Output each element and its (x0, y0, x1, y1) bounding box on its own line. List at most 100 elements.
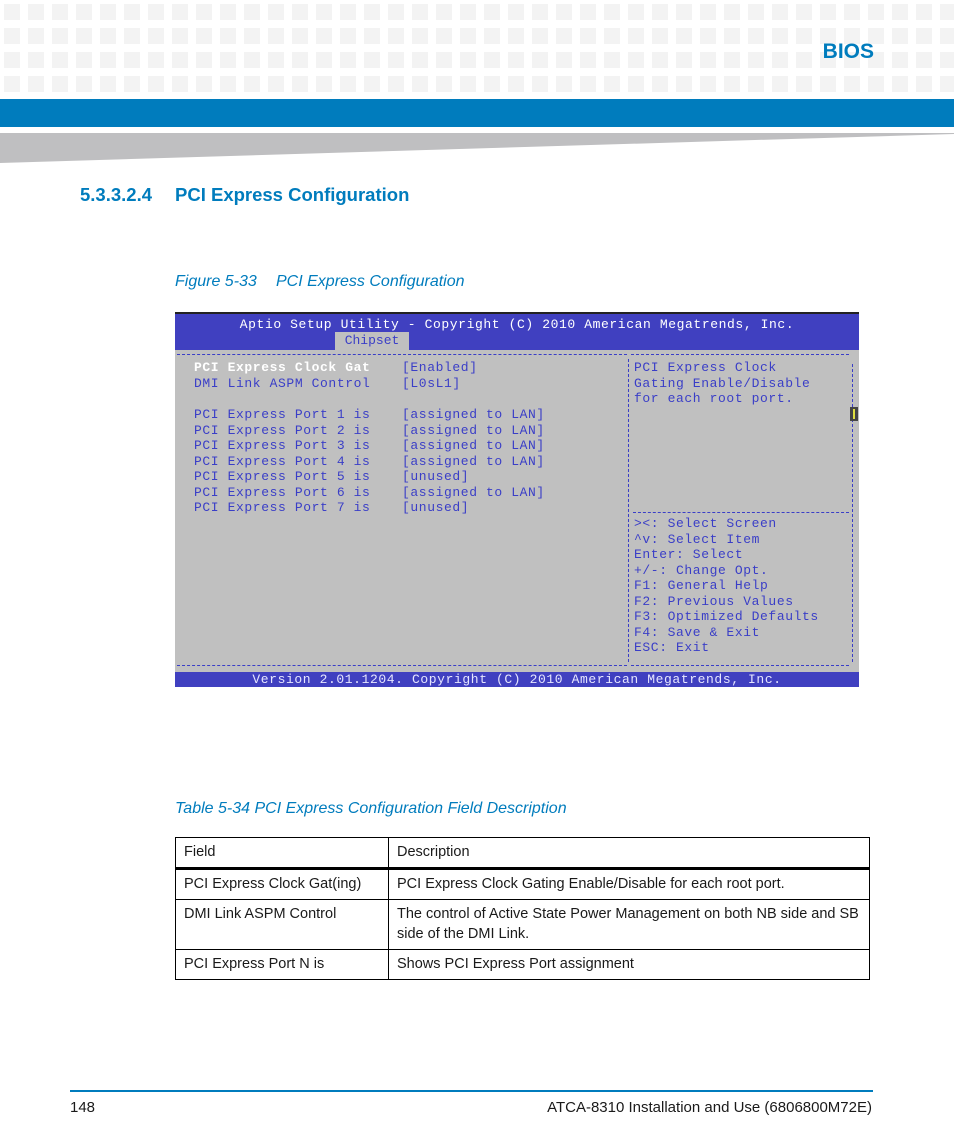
pattern-square (652, 28, 668, 44)
setting-value[interactable]: [assigned to LAN] (402, 423, 545, 439)
pattern-square (628, 76, 644, 92)
pattern-square (772, 4, 788, 20)
setting-value[interactable]: [assigned to LAN] (402, 407, 545, 423)
setting-name[interactable]: PCI Express Port 7 is (194, 500, 370, 516)
pattern-square (364, 76, 380, 92)
table-row: PCI Express Clock Gat(ing) PCI Express C… (175, 868, 870, 900)
pattern-square (868, 4, 884, 20)
pattern-square (292, 52, 308, 68)
setting-name[interactable]: PCI Express Port 6 is (194, 485, 370, 501)
pattern-square (748, 76, 764, 92)
pattern-square (508, 76, 524, 92)
pattern-square (388, 76, 404, 92)
pattern-square (388, 28, 404, 44)
pattern-square (676, 52, 692, 68)
setting-name[interactable]: DMI Link ASPM Control (194, 376, 370, 392)
scrollbar-thumb[interactable] (850, 407, 858, 421)
pattern-square (772, 52, 788, 68)
bios-setup-screen: Aptio Setup Utility - Copyright (C) 2010… (175, 312, 859, 687)
pattern-square (100, 28, 116, 44)
help-line: Gating Enable/Disable (634, 376, 811, 391)
key-help-item: Enter: Select (634, 547, 744, 562)
pattern-square (508, 4, 524, 20)
pattern-square (604, 52, 620, 68)
pattern-square (124, 4, 140, 20)
pattern-square (484, 4, 500, 20)
setting-name[interactable]: PCI Express Port 4 is (194, 454, 370, 470)
pattern-square (700, 4, 716, 20)
pattern-square (676, 76, 692, 92)
pattern-square (580, 28, 596, 44)
setting-value[interactable]: [assigned to LAN] (402, 485, 545, 501)
header-gray-wedge (0, 133, 954, 163)
frame-top-right-divider (631, 354, 849, 355)
pattern-square (412, 76, 428, 92)
pattern-square (604, 76, 620, 92)
pattern-square (484, 28, 500, 44)
setting-value[interactable]: [Enabled] (402, 360, 478, 376)
pattern-square (124, 28, 140, 44)
pattern-square (28, 28, 44, 44)
setting-value[interactable]: [unused] (402, 469, 469, 485)
pattern-square (76, 4, 92, 20)
pattern-square (556, 4, 572, 20)
pattern-square (940, 28, 954, 44)
pattern-square (244, 52, 260, 68)
pattern-square (460, 52, 476, 68)
frame-top-left-divider (177, 354, 627, 355)
pattern-square (4, 52, 20, 68)
setting-name[interactable]: PCI Express Port 2 is (194, 423, 370, 439)
pattern-square (340, 28, 356, 44)
pattern-square (748, 4, 764, 20)
pattern-square (412, 28, 428, 44)
tab-chipset[interactable]: Chipset (335, 332, 409, 350)
pattern-square (796, 4, 812, 20)
pattern-square (676, 28, 692, 44)
setting-name[interactable]: PCI Express Port 1 is (194, 407, 370, 423)
pattern-square (724, 76, 740, 92)
pattern-square (268, 4, 284, 20)
pattern-square (268, 76, 284, 92)
pattern-square (148, 52, 164, 68)
pattern-square (916, 28, 932, 44)
setting-value[interactable]: [L0sL1] (402, 376, 461, 392)
pattern-square (388, 4, 404, 20)
pattern-square (628, 52, 644, 68)
pattern-square (724, 52, 740, 68)
pattern-square (196, 52, 212, 68)
setting-name[interactable]: PCI Express Port 3 is (194, 438, 370, 454)
pattern-square (148, 28, 164, 44)
pattern-square (220, 4, 236, 20)
setting-value[interactable]: [assigned to LAN] (402, 454, 545, 470)
pattern-square (844, 76, 860, 92)
pattern-square (244, 4, 260, 20)
cell-field: PCI Express Clock Gat(ing) (175, 868, 389, 900)
pattern-square (268, 52, 284, 68)
pattern-square (940, 76, 954, 92)
table-header-row: Field Description (175, 837, 870, 870)
pattern-square (508, 52, 524, 68)
pattern-square (940, 4, 954, 20)
key-help-item: ><: Select Screen (634, 516, 777, 531)
pattern-square (436, 4, 452, 20)
column-header-description: Description (388, 837, 870, 870)
pattern-square (532, 28, 548, 44)
setting-name[interactable]: PCI Express Port 5 is (194, 469, 370, 485)
pattern-square (340, 4, 356, 20)
key-help-item: ^v: Select Item (634, 531, 761, 547)
pattern-square (316, 52, 332, 68)
setting-value[interactable]: [unused] (402, 500, 469, 516)
frame-bottom-left-divider (177, 665, 627, 666)
pattern-square (364, 28, 380, 44)
pattern-square (196, 4, 212, 20)
pattern-square (196, 76, 212, 92)
help-keys-divider (633, 512, 849, 513)
setting-name[interactable]: PCI Express Clock Gat (194, 360, 370, 376)
setting-value[interactable]: [assigned to LAN] (402, 438, 545, 454)
pattern-square (52, 76, 68, 92)
pattern-square (796, 28, 812, 44)
table-row: DMI Link ASPM Control The control of Act… (175, 899, 870, 950)
pattern-square (460, 4, 476, 20)
header-blue-bar (0, 99, 954, 127)
frame-middle-divider (628, 359, 629, 662)
